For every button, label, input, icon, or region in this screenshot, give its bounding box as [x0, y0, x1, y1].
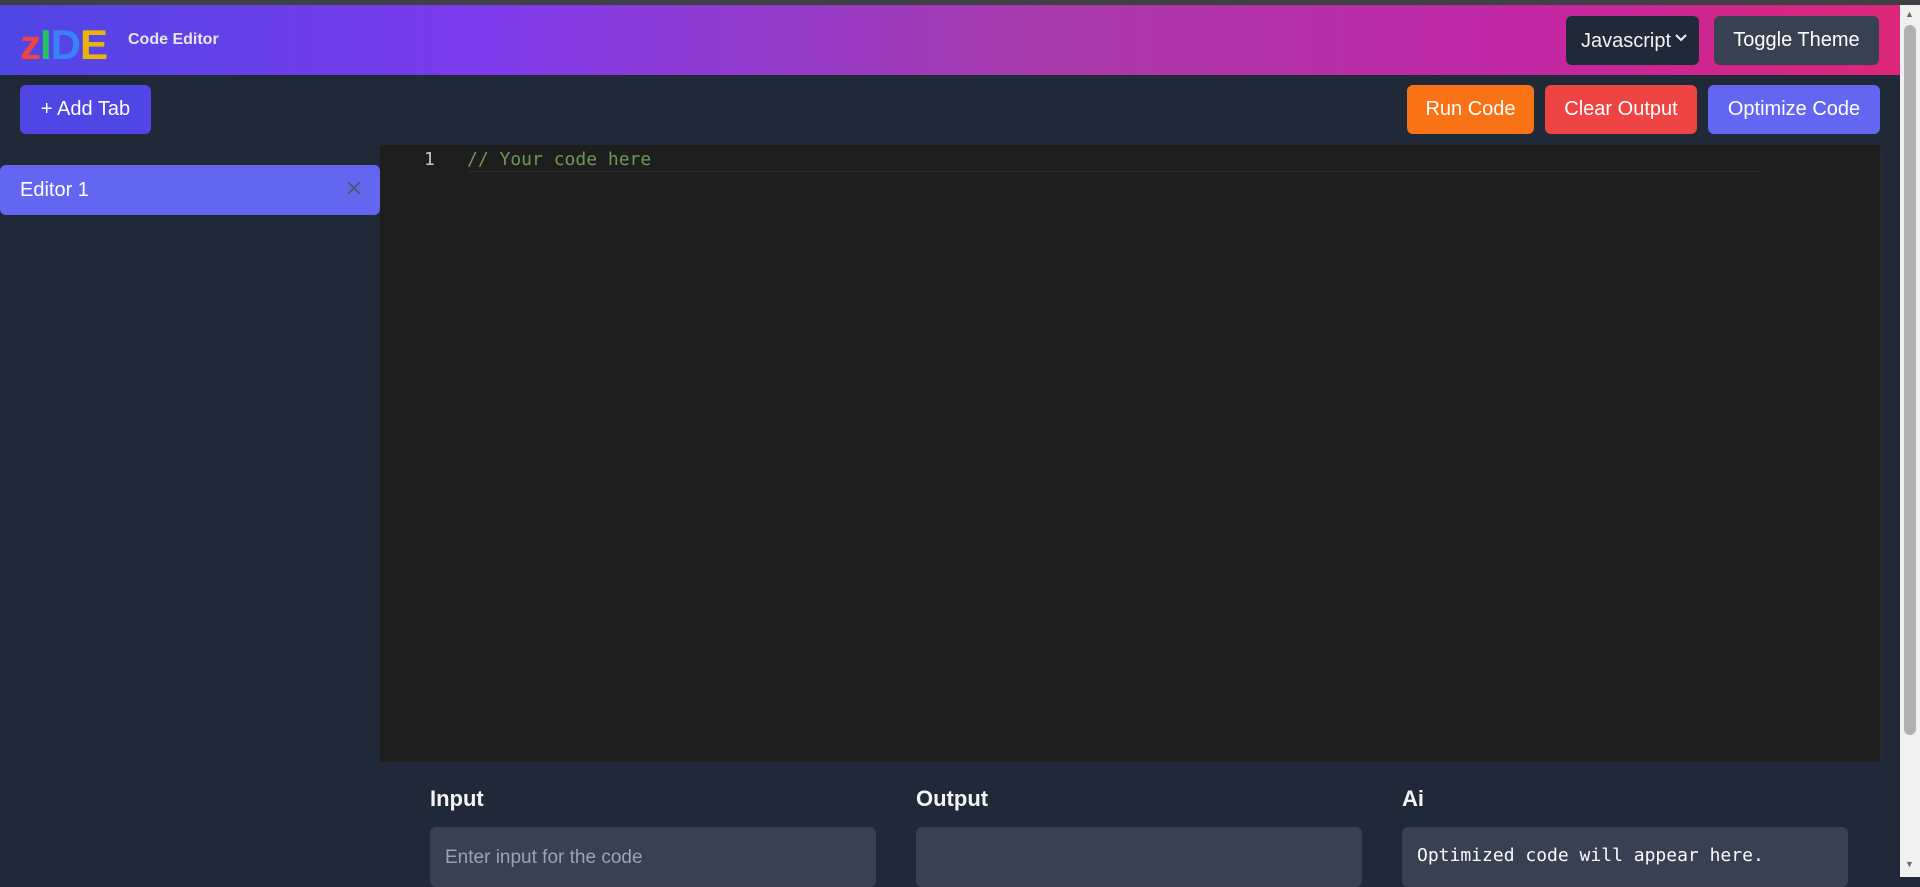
- minimap[interactable]: [1760, 145, 1880, 762]
- editor-tabs-sidebar: Editor 1: [0, 145, 380, 877]
- optimize-code-button[interactable]: Optimize Code: [1708, 85, 1880, 134]
- logo-letter-e: E: [80, 21, 108, 68]
- scrollbar-thumb[interactable]: [1904, 25, 1916, 735]
- input-field[interactable]: Enter input for the code: [430, 827, 876, 887]
- app-header: zIDE Code Editor Javascript Toggle Theme: [0, 5, 1900, 75]
- output-field: [916, 827, 1362, 887]
- page-scrollbar[interactable]: ▲ ▼: [1900, 5, 1920, 877]
- editor-tab[interactable]: Editor 1: [0, 165, 380, 215]
- logo-letter-z: z: [20, 21, 41, 68]
- toggle-theme-button[interactable]: Toggle Theme: [1714, 16, 1879, 65]
- scroll-down-icon[interactable]: ▼: [1905, 859, 1914, 869]
- io-panels: Input Enter input for the code Output Ai…: [380, 762, 1900, 887]
- input-panel-title: Input: [430, 786, 484, 811]
- scroll-up-icon[interactable]: ▲: [1905, 9, 1914, 19]
- current-line-highlight: [467, 171, 1760, 172]
- output-panel-title: Output: [916, 786, 989, 811]
- logo-letter-i: I: [40, 21, 52, 68]
- app-subtitle: Code Editor: [128, 31, 219, 48]
- logo-letter-d: D: [50, 21, 81, 68]
- language-select-value: Javascript: [1581, 30, 1672, 52]
- close-icon[interactable]: [346, 175, 362, 203]
- code-line[interactable]: // Your code here: [467, 149, 651, 170]
- ai-output-field: Optimized code will appear here.: [1402, 827, 1848, 887]
- add-tab-button[interactable]: + Add Tab: [20, 85, 151, 134]
- run-code-button[interactable]: Run Code: [1407, 85, 1534, 134]
- code-editor[interactable]: 1 // Your code here: [380, 145, 1882, 762]
- line-number: 1: [424, 149, 435, 170]
- language-select[interactable]: Javascript: [1566, 16, 1699, 65]
- toolbar: + Add Tab Run Code Clear Output Optimize…: [0, 75, 1900, 145]
- chevron-down-icon: [1675, 30, 1687, 46]
- editor-vertical-ruler: [1880, 145, 1882, 762]
- ai-panel-title: Ai: [1402, 786, 1424, 811]
- clear-output-button[interactable]: Clear Output: [1545, 85, 1697, 134]
- app-logo: zIDE: [20, 21, 108, 68]
- editor-tab-label: Editor 1: [20, 179, 89, 201]
